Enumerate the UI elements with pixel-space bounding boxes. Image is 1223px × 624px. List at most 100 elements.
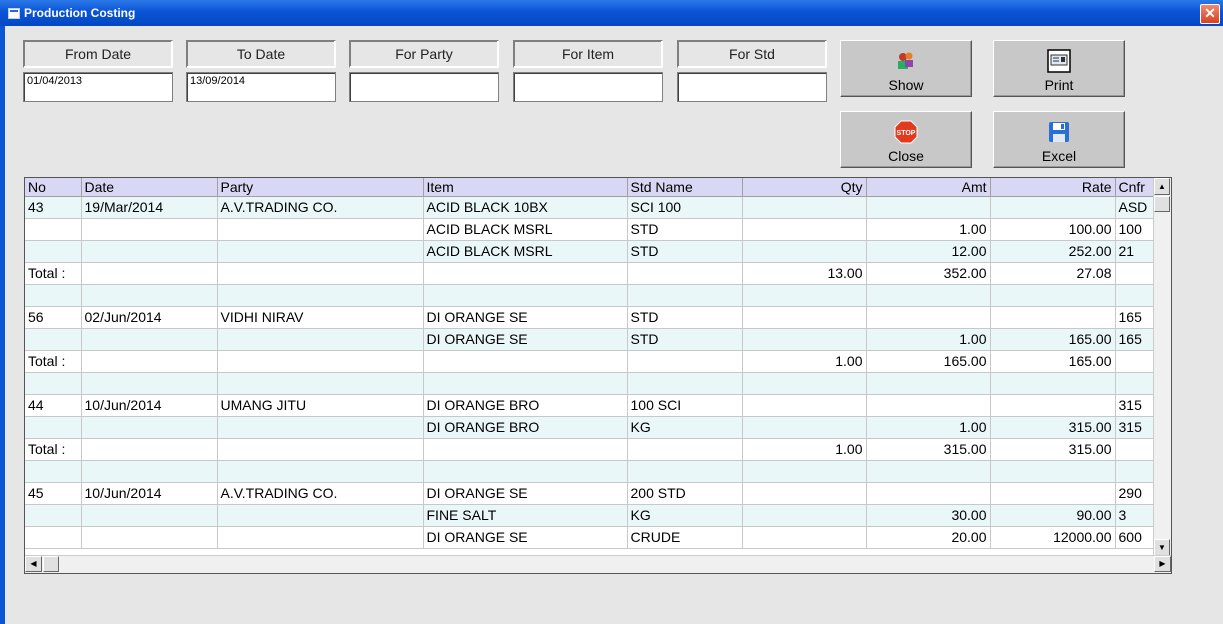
table-cell[interactable]: 290 bbox=[1115, 482, 1156, 505]
table-cell[interactable] bbox=[866, 306, 991, 329]
table-cell[interactable] bbox=[423, 438, 628, 461]
table-cell[interactable]: 56 bbox=[25, 306, 82, 329]
column-header-date[interactable]: Date bbox=[81, 178, 218, 197]
table-cell[interactable]: 165.00 bbox=[990, 328, 1116, 351]
table-cell[interactable] bbox=[1115, 350, 1156, 373]
table-cell[interactable] bbox=[81, 284, 218, 307]
table-cell[interactable] bbox=[1115, 262, 1156, 285]
table-cell[interactable] bbox=[81, 218, 218, 241]
table-row[interactable] bbox=[25, 284, 1156, 307]
table-cell[interactable] bbox=[742, 196, 867, 219]
table-cell[interactable] bbox=[217, 504, 424, 527]
table-row[interactable]: FINE SALT KG 30.00 90.00 3 bbox=[25, 504, 1156, 527]
table-row[interactable]: Total : 13.00 352.00 27.08 bbox=[25, 262, 1156, 285]
column-header-rate[interactable]: Rate bbox=[990, 178, 1116, 197]
window-close-button[interactable]: ✕ bbox=[1200, 4, 1220, 24]
table-row[interactable]: DI ORANGE SE STD 1.00 165.00 165 bbox=[25, 328, 1156, 351]
table-cell[interactable] bbox=[217, 284, 424, 307]
table-cell[interactable] bbox=[866, 482, 991, 505]
table-row[interactable] bbox=[25, 460, 1156, 483]
table-row[interactable]: ACID BLACK MSRL STD 1.00 100.00 100 bbox=[25, 218, 1156, 241]
table-cell[interactable] bbox=[217, 328, 424, 351]
table-row[interactable]: 44 10/Jun/2014 UMANG JITU DI ORANGE BRO 100 … bbox=[25, 394, 1156, 417]
table-cell[interactable]: 21 bbox=[1115, 240, 1156, 263]
table-cell[interactable]: 12.00 bbox=[866, 240, 991, 263]
table-cell[interactable] bbox=[1115, 372, 1156, 395]
table-cell[interactable]: 90.00 bbox=[990, 504, 1116, 527]
table-cell[interactable]: 165 bbox=[1115, 328, 1156, 351]
table-cell[interactable] bbox=[217, 416, 424, 439]
table-cell[interactable]: 27.08 bbox=[990, 262, 1116, 285]
table-cell[interactable] bbox=[866, 460, 991, 483]
costing-grid[interactable]: No Date Party Item Std Name Qty Amt Rate… bbox=[24, 177, 1172, 574]
table-cell[interactable] bbox=[742, 306, 867, 329]
table-cell[interactable]: 1.00 bbox=[742, 350, 867, 373]
table-cell[interactable]: FINE SALT bbox=[423, 504, 628, 527]
table-cell[interactable]: 10/Jun/2014 bbox=[81, 394, 218, 417]
table-cell[interactable]: 315.00 bbox=[990, 416, 1116, 439]
table-cell[interactable]: 252.00 bbox=[990, 240, 1116, 263]
table-cell[interactable] bbox=[627, 262, 743, 285]
table-cell[interactable] bbox=[25, 284, 82, 307]
table-cell[interactable] bbox=[423, 460, 628, 483]
table-cell[interactable]: 43 bbox=[25, 196, 82, 219]
table-cell[interactable] bbox=[25, 328, 82, 351]
table-cell[interactable]: CRUDE bbox=[627, 526, 743, 549]
table-cell[interactable] bbox=[866, 196, 991, 219]
table-cell[interactable] bbox=[81, 416, 218, 439]
table-cell[interactable] bbox=[25, 416, 82, 439]
horizontal-scrollbar[interactable]: ◀ ▶ bbox=[25, 555, 1171, 573]
vertical-scrollbar[interactable]: ▲ ▼ bbox=[1153, 178, 1171, 556]
table-cell[interactable] bbox=[627, 438, 743, 461]
table-cell[interactable] bbox=[627, 372, 743, 395]
table-cell[interactable]: 30.00 bbox=[866, 504, 991, 527]
table-cell[interactable] bbox=[627, 350, 743, 373]
table-row[interactable] bbox=[25, 372, 1156, 395]
to-date-input[interactable]: 13/09/2014 bbox=[186, 72, 336, 102]
table-cell[interactable]: A.V.TRADING CO. bbox=[217, 196, 424, 219]
table-cell[interactable] bbox=[627, 460, 743, 483]
table-cell[interactable] bbox=[742, 284, 867, 307]
column-header-std-name[interactable]: Std Name bbox=[627, 178, 743, 197]
table-cell[interactable] bbox=[866, 372, 991, 395]
table-cell[interactable] bbox=[742, 328, 867, 351]
table-cell[interactable] bbox=[25, 218, 82, 241]
table-cell[interactable]: 20.00 bbox=[866, 526, 991, 549]
table-cell[interactable] bbox=[423, 284, 628, 307]
table-cell[interactable]: Total : bbox=[25, 350, 82, 373]
table-cell[interactable] bbox=[742, 218, 867, 241]
table-cell[interactable] bbox=[990, 284, 1116, 307]
std-input[interactable] bbox=[677, 72, 827, 102]
scroll-left-arrow-icon[interactable]: ◀ bbox=[25, 556, 42, 572]
table-cell[interactable] bbox=[1115, 460, 1156, 483]
table-cell[interactable]: 44 bbox=[25, 394, 82, 417]
table-cell[interactable]: 315 bbox=[1115, 394, 1156, 417]
table-cell[interactable]: 165.00 bbox=[990, 350, 1116, 373]
table-cell[interactable] bbox=[25, 240, 82, 263]
table-cell[interactable]: 315.00 bbox=[866, 438, 991, 461]
table-cell[interactable] bbox=[742, 416, 867, 439]
table-cell[interactable]: 1.00 bbox=[866, 218, 991, 241]
table-cell[interactable] bbox=[25, 526, 82, 549]
table-cell[interactable] bbox=[81, 262, 218, 285]
table-row[interactable]: DI ORANGE BRO KG 1.00 315.00 315 bbox=[25, 416, 1156, 439]
table-cell[interactable]: DI ORANGE BRO bbox=[423, 394, 628, 417]
table-cell[interactable] bbox=[217, 526, 424, 549]
table-cell[interactable]: 200 STD bbox=[627, 482, 743, 505]
table-cell[interactable]: 10/Jun/2014 bbox=[81, 482, 218, 505]
column-header-amt[interactable]: Amt bbox=[866, 178, 991, 197]
table-cell[interactable] bbox=[25, 372, 82, 395]
table-cell[interactable]: STD bbox=[627, 306, 743, 329]
horizontal-scroll-thumb[interactable] bbox=[43, 556, 59, 572]
table-cell[interactable] bbox=[1115, 284, 1156, 307]
column-header-cnfr[interactable]: Cnfr bbox=[1115, 178, 1156, 197]
table-cell[interactable]: UMANG JITU bbox=[217, 394, 424, 417]
table-cell[interactable] bbox=[81, 328, 218, 351]
table-cell[interactable]: 13.00 bbox=[742, 262, 867, 285]
table-cell[interactable]: Total : bbox=[25, 262, 82, 285]
table-cell[interactable] bbox=[742, 394, 867, 417]
table-cell[interactable]: ACID BLACK MSRL bbox=[423, 218, 628, 241]
table-cell[interactable] bbox=[423, 372, 628, 395]
from-date-input[interactable]: 01/04/2013 bbox=[23, 72, 173, 102]
scroll-up-arrow-icon[interactable]: ▲ bbox=[1154, 178, 1170, 195]
